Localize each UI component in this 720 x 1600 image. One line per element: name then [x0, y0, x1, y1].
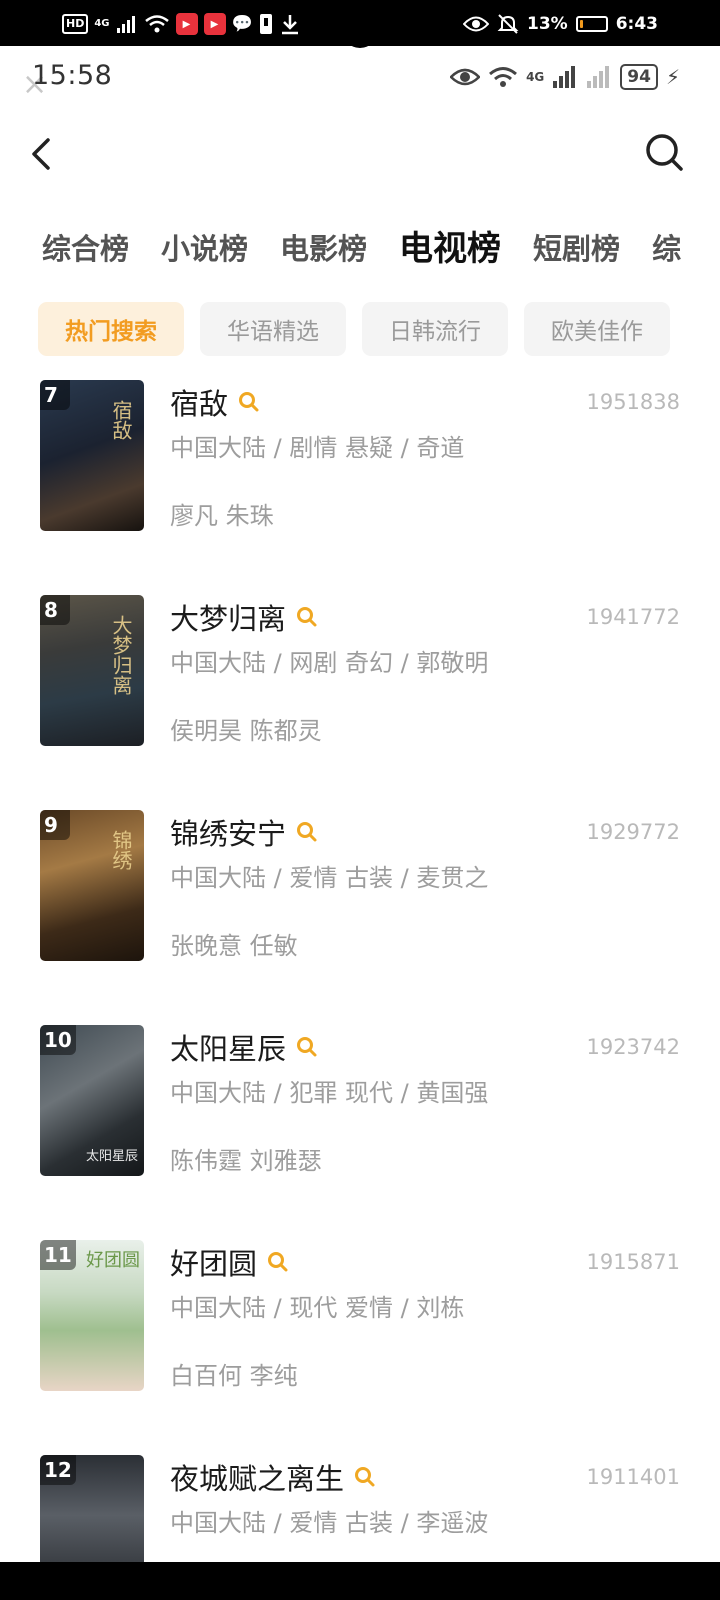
poster-image: 好团圆 11 [40, 1240, 144, 1391]
list-item[interactable]: 宿敌 7 宿敌 1951838 中国大陆 / 剧情 悬疑 / 奇道 廖凡 朱珠 [0, 380, 720, 595]
inner-clock: 15:58 [32, 60, 113, 91]
tab-short-drama[interactable]: 短剧榜 [533, 226, 620, 272]
hot-score: 1951838 [586, 390, 680, 414]
eye-icon [450, 68, 481, 86]
mute-icon [497, 14, 519, 34]
system-clock: 6:43 [615, 14, 658, 34]
sim-icon [259, 14, 272, 34]
item-meta: 中国大陆 / 爱情 古装 / 李遥波 [170, 1509, 489, 1537]
wechat-icon: 💬 [231, 14, 253, 34]
chevron-left-icon [32, 138, 50, 170]
rank-badge: 9 [40, 810, 70, 840]
poster-title: 太阳星辰 [85, 1149, 138, 1164]
item-title: 太阳星辰 [170, 1032, 287, 1066]
signal-icon [553, 66, 576, 88]
poster-image: 大梦归离 8 [40, 595, 144, 746]
list-item[interactable]: 大梦归离 8 大梦归离 1941772 中国大陆 / 网剧 奇幻 / 郭敬明 侯… [0, 595, 720, 810]
signal-weak-icon [587, 66, 610, 88]
ranking-tabs: 综合榜 小说榜 电影榜 电视榜 短剧榜综 [42, 226, 692, 276]
search-icon[interactable] [267, 1251, 289, 1273]
list-item[interactable]: 锦绣 9 锦绣安宁 1929772 中国大陆 / 爱情 古装 / 麦贯之 张晚意… [0, 810, 720, 1025]
tab-variety[interactable]: 综 [652, 226, 681, 272]
rank-badge: 10 [40, 1025, 76, 1055]
item-cast: 陈伟霆 刘雅瑟 [170, 1147, 322, 1175]
bottom-black-bar [0, 1562, 720, 1600]
poster-title: 宿敌 [109, 400, 133, 440]
item-meta: 中国大陆 / 剧情 悬疑 / 奇道 [170, 434, 465, 462]
item-cast: 张晚意 任敏 [170, 932, 298, 960]
status-right-icons: 13% 6:43 [463, 10, 658, 38]
rank-badge: 12 [40, 1455, 76, 1485]
tab-tv[interactable]: 电视榜 [399, 226, 501, 272]
item-cast: 廖凡 朱珠 [170, 502, 274, 530]
item-title: 宿敌 [170, 387, 229, 421]
inner-network-type: 4G [526, 70, 545, 84]
list-item[interactable]: 太阳星辰 10 太阳星辰 1923742 中国大陆 / 犯罪 现代 / 黄国强 … [0, 1025, 720, 1240]
item-cast: 侯明昊 陈都灵 [170, 717, 322, 745]
search-icon[interactable] [296, 606, 318, 628]
filter-tabs: 热门搜索 华语精选 日韩流行 欧美佳作 [38, 302, 670, 356]
hot-score: 1929772 [586, 820, 680, 844]
filter-chinese[interactable]: 华语精选 [200, 302, 346, 356]
download-icon [281, 15, 298, 35]
rank-badge: 8 [40, 595, 70, 625]
item-title: 锦绣安宁 [170, 817, 287, 851]
poster-image: 宿敌 7 [40, 380, 144, 531]
hot-score: 1941772 [586, 605, 680, 629]
item-meta: 中国大陆 / 现代 爱情 / 刘栋 [170, 1294, 465, 1322]
inner-battery: 94 [620, 64, 658, 90]
back-button[interactable] [26, 134, 62, 174]
charging-icon: ⚡ [665, 65, 680, 89]
battery-icon [575, 16, 608, 32]
search-icon [646, 134, 683, 171]
item-meta: 中国大陆 / 网剧 奇幻 / 郭敬明 [170, 649, 489, 677]
item-meta: 中国大陆 / 犯罪 现代 / 黄国强 [170, 1079, 489, 1107]
rank-badge: 11 [40, 1240, 76, 1270]
search-icon[interactable] [296, 1036, 318, 1058]
tab-comprehensive[interactable]: 综合榜 [42, 226, 129, 272]
poster-title: 锦绣 [109, 830, 133, 870]
tab-movie[interactable]: 电影榜 [280, 226, 367, 272]
rank-badge: 7 [40, 380, 70, 410]
signal-icon [116, 16, 135, 33]
app-red-icon: ▶ [203, 13, 226, 35]
wifi-icon [144, 15, 169, 33]
hot-score: 1923742 [586, 1035, 680, 1059]
search-icon[interactable] [238, 391, 260, 413]
item-title: 夜城赋之离生 [170, 1462, 345, 1496]
hot-score: 1911401 [586, 1465, 680, 1489]
item-meta: 中国大陆 / 爱情 古装 / 麦贯之 [170, 864, 489, 892]
poster-image: 锦绣 9 [40, 810, 144, 961]
network-type: 4G [94, 18, 110, 29]
wifi-icon [489, 67, 518, 87]
hd-badge: HD [62, 14, 89, 34]
inner-status-icons: 4G 94 ⚡ [450, 64, 680, 90]
filter-western[interactable]: 欧美佳作 [524, 302, 670, 356]
app-red-icon: ▶ [175, 13, 198, 35]
search-icon[interactable] [296, 821, 318, 843]
hot-score: 1915871 [586, 1250, 680, 1274]
poster-title: 好团圆 [86, 1250, 140, 1271]
ranking-list: 宿敌 7 宿敌 1951838 中国大陆 / 剧情 悬疑 / 奇道 廖凡 朱珠 … [0, 380, 720, 1600]
tab-novel[interactable]: 小说榜 [161, 226, 248, 272]
poster-image: 太阳星辰 10 [40, 1025, 144, 1176]
status-left-icons: HD 4G ▶ ▶ 💬 [62, 10, 301, 38]
search-button[interactable] [644, 132, 686, 174]
filter-jp-kr[interactable]: 日韩流行 [362, 302, 508, 356]
list-item[interactable]: 好团圆 11 好团圆 1915871 中国大陆 / 现代 爱情 / 刘栋 白百何… [0, 1240, 720, 1455]
eye-icon [463, 16, 489, 32]
item-title: 好团圆 [170, 1247, 258, 1281]
battery-percent: 13% [527, 14, 568, 34]
item-cast: 白百何 李纯 [170, 1362, 298, 1390]
item-title: 大梦归离 [170, 602, 287, 636]
poster-title: 大梦归离 [109, 615, 133, 695]
search-icon[interactable] [354, 1466, 376, 1488]
filter-hot-search[interactable]: 热门搜索 [38, 302, 184, 356]
